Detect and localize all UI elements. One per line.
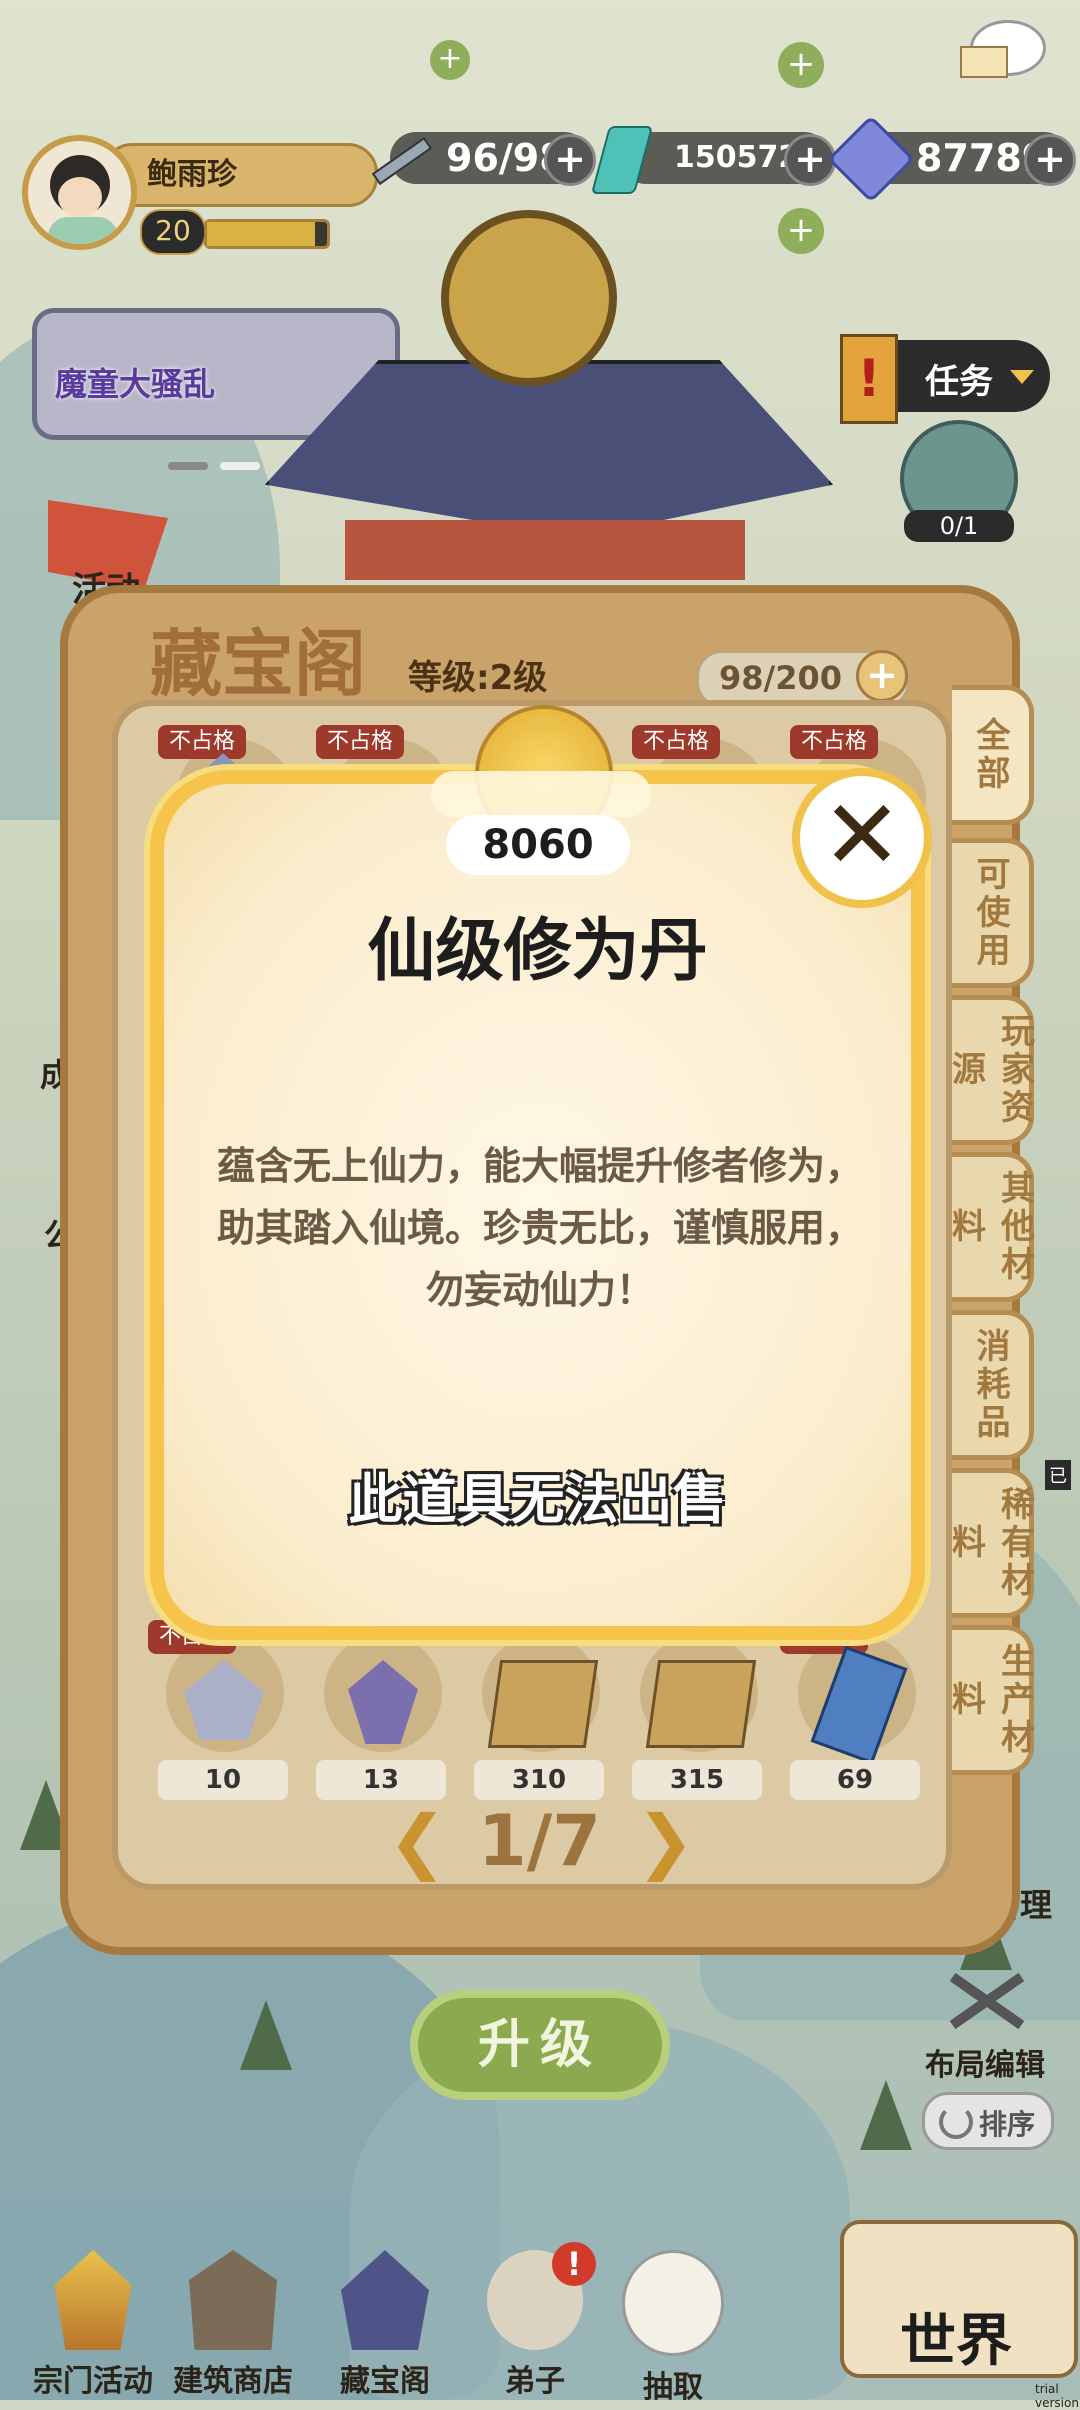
no-slot-tag: 不占格 (158, 725, 246, 759)
shop-icon (189, 2250, 277, 2350)
prev-page-button[interactable]: ❮ (388, 1800, 447, 1882)
bird-icon (622, 2250, 724, 2356)
item-count: 13 (316, 1760, 446, 1800)
nav-draw[interactable]: 抽取 (598, 2250, 748, 2406)
no-slot-tag: 不占格 (790, 725, 878, 759)
refresh-icon (939, 2105, 973, 2139)
item-slot[interactable]: 13 (306, 1620, 456, 1810)
tab-consumables[interactable]: 消耗品 (952, 1310, 1034, 1460)
nav-treasure-pavilion[interactable]: 藏宝阁 (310, 2250, 460, 2400)
item-count: 315 (632, 1760, 762, 1800)
no-slot-tag: 不占格 (316, 725, 404, 759)
exp-bar (204, 219, 330, 249)
add-crystal-button[interactable]: + (1024, 134, 1076, 186)
tab-rare-materials[interactable]: 稀有材料 (946, 1468, 1035, 1618)
treasure-pavilion-roof (265, 210, 833, 580)
nav-label: 宗门活动 (33, 2364, 153, 2399)
banner-page-indicator (168, 462, 260, 470)
nav-label: 建筑商店 (173, 2364, 293, 2399)
upgrade-button[interactable]: 升级 (410, 1990, 670, 2100)
task-alert-icon: ! (840, 334, 898, 424)
layout-edit-label: 布局编辑 (925, 2048, 1045, 2083)
avatar[interactable] (22, 135, 137, 250)
sell-note: 此道具无法出售 (348, 1468, 727, 1531)
add-stamina-button[interactable]: + (544, 134, 596, 186)
watermark: trial version (1035, 2382, 1079, 2410)
storage-title: 藏宝阁 (150, 621, 367, 706)
nav-label: 抽取 (643, 2370, 703, 2405)
alert-badge: ! (552, 2242, 596, 2286)
sword-icon (360, 128, 433, 188)
item-slot[interactable]: 315 (622, 1620, 772, 1810)
tab-production-materials[interactable]: 生产材料 (946, 1625, 1035, 1775)
player-panel[interactable]: 鲍雨珍 20 (22, 135, 378, 255)
world-button[interactable]: 世界 (840, 2200, 1078, 2380)
add-jade-button[interactable]: + (784, 134, 836, 186)
sort-label: 排序 (979, 2108, 1036, 2141)
no-slot-tag: 不占格 (632, 725, 720, 759)
crystal-resource: 87789 + (827, 115, 1076, 203)
tab-player-resources[interactable]: 玩家资源 (946, 995, 1035, 1145)
capacity-value: 98/200 (719, 659, 843, 697)
layout-edit-button[interactable]: 布局编辑 (915, 1960, 1055, 2090)
item-name: 仙级修为丹 (367, 912, 708, 991)
tab-usable[interactable]: 可使用 (952, 838, 1034, 988)
nav-label: 弟子 (505, 2364, 565, 2399)
nav-disciples[interactable]: ! 弟子 (460, 2242, 610, 2400)
player-name: 鲍雨珍 (147, 157, 237, 192)
page-indicator: 1/7 (478, 1800, 601, 1882)
close-button[interactable]: ✕ (792, 768, 932, 908)
world-label: 世界 (900, 2308, 1012, 2374)
map-build-marker[interactable]: + (430, 40, 470, 80)
quest-counter: 0/1 (904, 510, 1014, 542)
jade-resource: 1505720 + (590, 126, 836, 194)
storage-level: 等级:2级 (408, 658, 548, 698)
nav-label: 藏宝阁 (340, 2364, 430, 2399)
item-slot[interactable]: 不占格 69 (780, 1620, 930, 1810)
mail-bird-icon[interactable] (960, 10, 1060, 80)
task-label: 任务 (925, 362, 993, 402)
tab-all[interactable]: 全部 (952, 685, 1034, 825)
nav-building-shop[interactable]: 建筑商店 (158, 2250, 308, 2400)
add-capacity-button[interactable]: + (856, 650, 908, 702)
chevron-down-icon (1010, 370, 1034, 384)
item-quantity: 8060 (446, 815, 630, 875)
item-description: 蕴含无上仙力，能大幅提升修者修为，助其踏入仙境。珍贵无比，谨慎服用，勿妄动仙力！ (216, 1144, 863, 1312)
item-count: 69 (790, 1760, 920, 1800)
level-badge: 20 (140, 209, 206, 255)
map-build-marker[interactable]: + (778, 42, 824, 88)
item-slot[interactable]: 不占格 10 (148, 1620, 298, 1810)
pagoda-icon (54, 2250, 132, 2350)
nav-sect-activity[interactable]: 宗门活动 (18, 2250, 168, 2400)
upgrade-label: 升级 (477, 2015, 602, 2075)
quest-building-button[interactable]: 0/1 (900, 420, 1018, 542)
treasure-pavilion-icon (341, 2250, 429, 2350)
sort-button[interactable]: 排序 (922, 2092, 1054, 2150)
tab-other-materials[interactable]: 其他材料 (946, 1152, 1035, 1302)
item-slot[interactable]: 310 (464, 1620, 614, 1810)
item-count: 310 (474, 1760, 604, 1800)
next-page-button[interactable]: ❯ (636, 1800, 695, 1882)
book-icon (487, 1660, 599, 1748)
stamina-resource: 96/98 + (360, 128, 596, 188)
crossed-arrows-icon (935, 1960, 1035, 2040)
item-count: 10 (158, 1760, 288, 1800)
map-build-marker[interactable]: + (778, 208, 824, 254)
task-button[interactable]: ! 任务 (840, 334, 1050, 424)
side-label-lock: 已 (1045, 1460, 1071, 1490)
event-banner-title: 魔童大骚乱 (55, 365, 216, 403)
book-icon (645, 1660, 757, 1748)
